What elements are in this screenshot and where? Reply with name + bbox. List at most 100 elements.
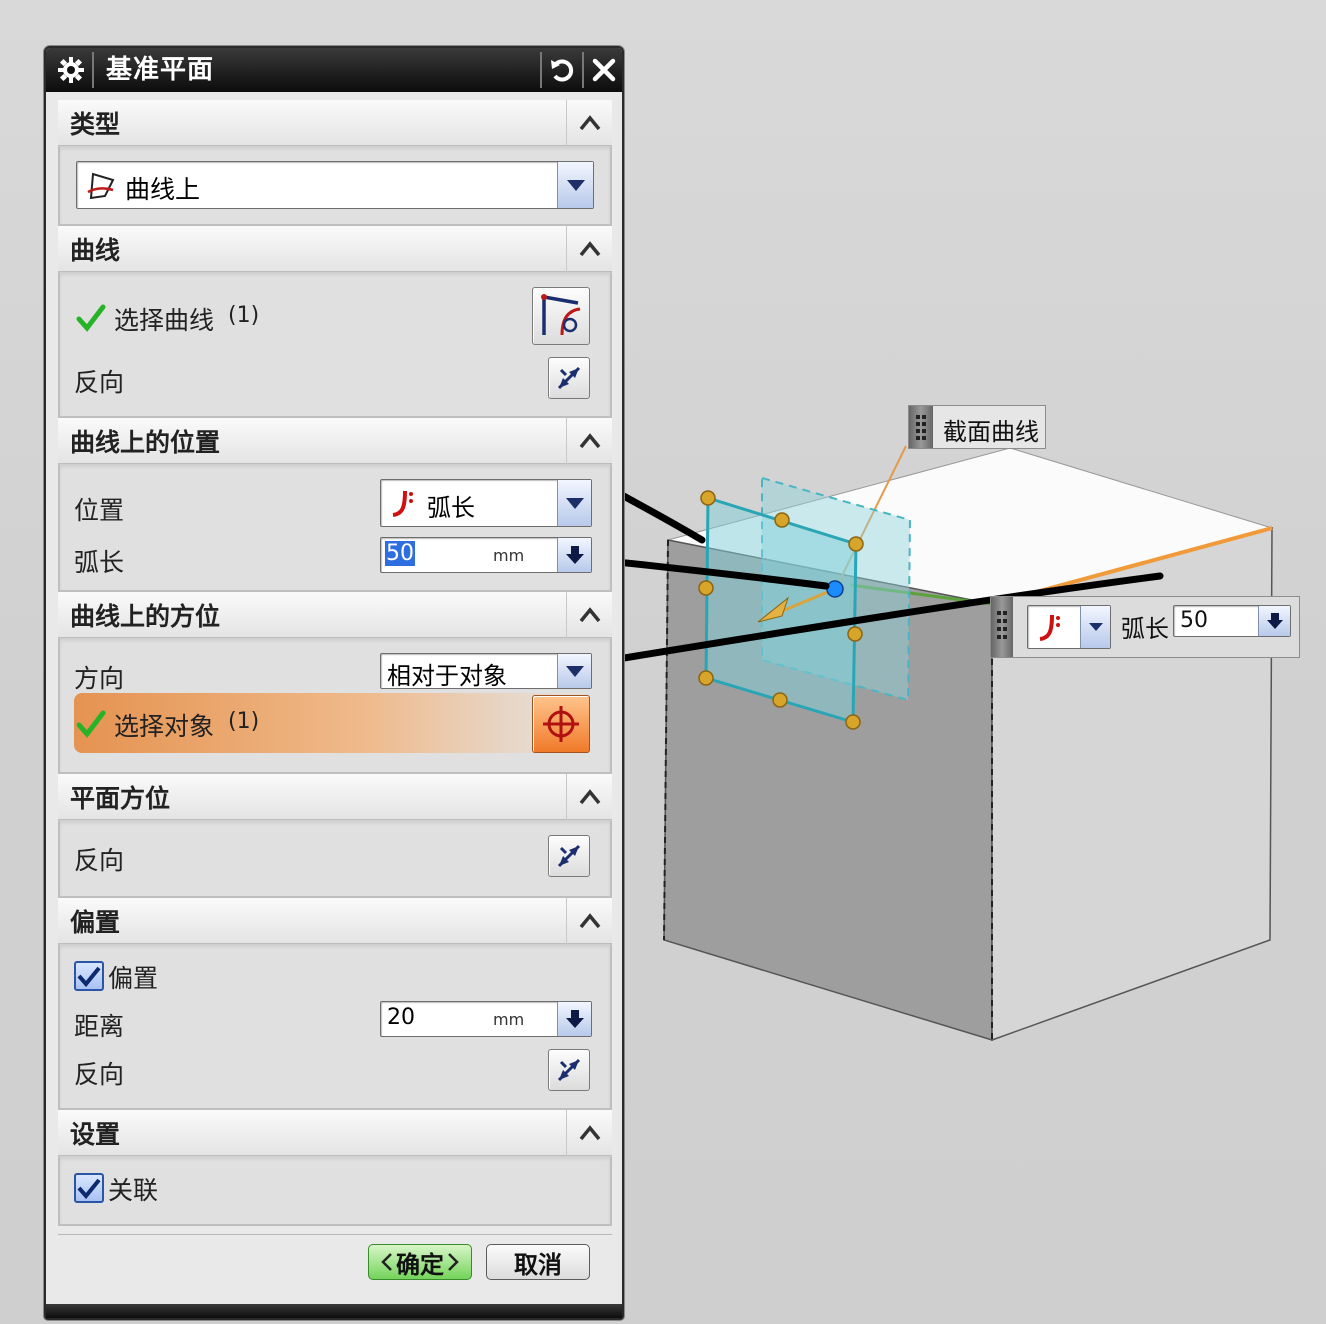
checkmark-icon [77, 1178, 101, 1199]
offset-reverse-label: 反向 [74, 1060, 125, 1089]
close-icon[interactable] [586, 48, 622, 92]
arclength-input[interactable]: 50 mm [380, 537, 592, 573]
reverse-direction-icon [557, 1058, 581, 1082]
arclength-value: 50 [385, 541, 415, 566]
curve-reverse-label: 反向 [74, 368, 125, 397]
associative-checkbox[interactable] [74, 1173, 104, 1203]
cancel-button[interactable]: 取消 [486, 1244, 590, 1280]
select-object-button[interactable] [532, 695, 590, 753]
title-bar[interactable]: 基准平面 [46, 48, 622, 92]
distance-value: 20 [387, 1005, 415, 1030]
reverse-direction-icon [557, 844, 581, 868]
grip-icon[interactable] [991, 597, 1013, 657]
chevron-left-icon [381, 1253, 392, 1271]
bottom-bar [46, 1304, 622, 1318]
checkmark-icon [77, 966, 101, 987]
arc-length-icon [389, 488, 419, 522]
ok-button[interactable]: 确定 [368, 1244, 472, 1280]
group-header[interactable]: 曲线上的位置 [58, 418, 612, 464]
arclength-onscreen-field[interactable]: 50 [1173, 605, 1291, 637]
grip-icon[interactable] [909, 406, 933, 448]
group-header[interactable]: 曲线上的方位 [58, 592, 612, 638]
group-title: 设置 [70, 1120, 121, 1149]
position-select[interactable]: 弧长 [380, 479, 592, 527]
offset-reverse-button[interactable] [548, 1049, 590, 1091]
associative-label: 关联 [108, 1176, 159, 1205]
select-curve-label[interactable]: 选择曲线 [114, 301, 214, 337]
arclength-label: 弧长 [74, 548, 125, 577]
collapse-icon[interactable] [566, 774, 612, 820]
dropdown-arrow-icon[interactable] [557, 162, 593, 208]
arc-length-icon [1036, 612, 1066, 648]
plane-reverse-button[interactable] [548, 835, 590, 877]
collapse-icon[interactable] [566, 898, 612, 944]
checkmark-icon [76, 303, 106, 333]
group-plane-orientation: 平面方位 反向 [58, 774, 612, 898]
select-object-label[interactable]: 选择对象 [114, 707, 214, 743]
arclength-method-select[interactable] [1027, 605, 1111, 649]
type-select[interactable]: 曲线上 [76, 161, 594, 209]
collapse-icon[interactable] [566, 1110, 612, 1156]
cancel-label: 取消 [514, 1250, 562, 1279]
offset-checkbox-label: 偏置 [108, 964, 159, 993]
group-position-on-curve: 曲线上的位置 位置 弧长 弧长 50 mm [58, 418, 612, 592]
dropdown-arrow-icon[interactable] [1080, 606, 1110, 648]
distance-unit: mm [493, 1010, 525, 1029]
type-value: 曲线上 [125, 175, 201, 204]
dropdown-arrow-icon[interactable] [1258, 606, 1290, 636]
checkmark-icon [76, 709, 106, 739]
group-header[interactable]: 类型 [58, 100, 612, 146]
group-title: 类型 [70, 110, 121, 139]
arclength-onscreen-label: 弧长 [1121, 615, 1169, 643]
distance-input[interactable]: 20 mm [380, 1001, 592, 1037]
dropdown-arrow-icon[interactable] [557, 654, 591, 688]
direction-value: 相对于对象 [387, 662, 507, 690]
select-curve-button[interactable] [532, 287, 590, 345]
chevron-right-icon [448, 1253, 459, 1271]
group-title: 偏置 [70, 908, 121, 937]
group-header[interactable]: 平面方位 [58, 774, 612, 820]
offset-checkbox[interactable] [74, 961, 104, 991]
direction-label: 方向 [74, 664, 125, 693]
gear-icon[interactable] [52, 48, 90, 92]
select-object-count: (1) [228, 709, 260, 734]
origin-point [826, 580, 844, 598]
direction-select[interactable]: 相对于对象 [380, 653, 592, 690]
section-curve-tag: 截面曲线 [908, 405, 1046, 449]
group-title: 平面方位 [70, 784, 171, 813]
section-curve-label: 截面曲线 [943, 418, 1039, 446]
group-header[interactable]: 曲线 [58, 226, 612, 272]
dialog-title: 基准平面 [106, 55, 215, 85]
position-value: 弧长 [427, 494, 475, 522]
collapse-icon[interactable] [566, 418, 612, 464]
collapse-icon[interactable] [566, 100, 612, 146]
group-curve: 曲线 选择曲线 (1) 反向 [58, 226, 612, 418]
reset-icon[interactable] [544, 48, 580, 92]
curve-on-icon [85, 170, 117, 206]
group-title: 曲线上的位置 [70, 428, 221, 457]
plane-reverse-label: 反向 [74, 846, 125, 875]
reverse-direction-icon [557, 366, 581, 390]
curve-reverse-button[interactable] [548, 357, 590, 399]
arclength-unit: mm [493, 546, 525, 565]
arclength-onscreen-input: 弧长 50 [990, 596, 1300, 658]
arclength-onscreen-value: 50 [1180, 608, 1208, 633]
collapse-icon[interactable] [566, 592, 612, 638]
group-settings: 设置 关联 [58, 1110, 612, 1226]
crosshair-icon [543, 706, 579, 742]
dropdown-arrow-icon[interactable] [557, 1002, 591, 1036]
position-label: 位置 [74, 496, 125, 525]
select-curve-count: (1) [228, 303, 260, 328]
distance-label: 距离 [74, 1012, 125, 1041]
group-header[interactable]: 偏置 [58, 898, 612, 944]
collapse-icon[interactable] [566, 226, 612, 272]
group-title: 曲线 [70, 236, 121, 265]
select-curve-icon [541, 294, 581, 336]
dropdown-arrow-icon[interactable] [557, 538, 591, 572]
group-orientation-on-curve: 曲线上的方位 方向 相对于对象 选择对象 (1) [58, 592, 612, 774]
group-title: 曲线上的方位 [70, 602, 221, 631]
datum-plane-dialog: 基准平面 类型 曲线上 曲线 选择曲线 (1) 反向 曲线上的位置 位置 弧长 … [44, 46, 624, 1320]
dropdown-arrow-icon[interactable] [557, 480, 591, 526]
group-type: 类型 曲线上 [58, 100, 612, 226]
group-header[interactable]: 设置 [58, 1110, 612, 1156]
